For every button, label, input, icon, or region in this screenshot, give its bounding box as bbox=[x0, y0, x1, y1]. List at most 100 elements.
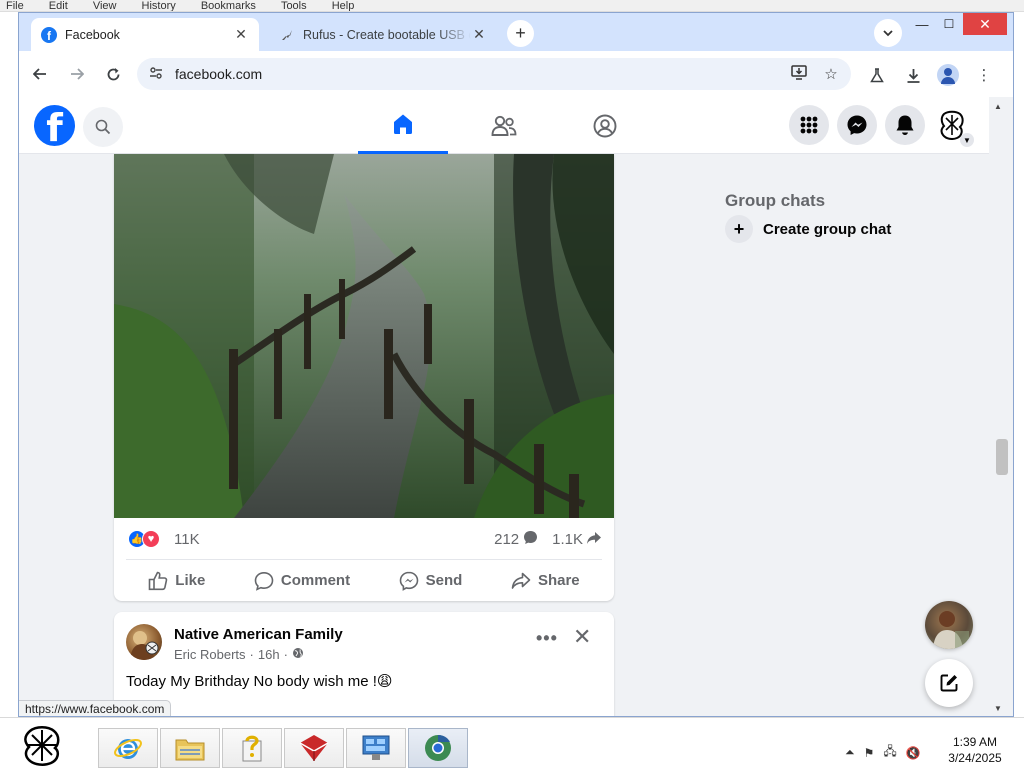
back-arrow-icon[interactable] bbox=[29, 63, 51, 85]
reaction-count: 11K bbox=[174, 530, 200, 548]
post-text: Today My Brithday No body wish me !😩 bbox=[126, 673, 393, 690]
reaction-summary[interactable]: 👍 ♥ 11K bbox=[128, 530, 200, 548]
taskbar-help[interactable] bbox=[222, 728, 282, 768]
account-avatar-button[interactable]: ▼ bbox=[932, 105, 974, 147]
close-window-button[interactable]: ✕ bbox=[963, 13, 1007, 35]
browser-toolbar: facebook.com ☆ ⋮ bbox=[19, 51, 1013, 97]
scroll-up-arrow-icon[interactable]: ▲ bbox=[994, 102, 1002, 111]
browser-window: f Facebook ✕ Rufus - Create bootable USB… bbox=[18, 12, 1014, 717]
site-info-icon[interactable] bbox=[149, 66, 165, 82]
scroll-down-arrow-icon[interactable]: ▼ bbox=[994, 704, 1002, 713]
search-button[interactable] bbox=[83, 107, 123, 147]
profile-avatar-icon[interactable] bbox=[937, 64, 959, 86]
page-scrollbar[interactable]: ▲ ▼ bbox=[989, 97, 1013, 716]
group-chats-heading: Group chats bbox=[725, 191, 826, 210]
tab-facebook[interactable]: f Facebook ✕ bbox=[31, 18, 259, 51]
menu-file[interactable]: File bbox=[6, 0, 24, 12]
menu-tools[interactable]: Tools bbox=[281, 0, 307, 12]
start-button[interactable] bbox=[20, 723, 64, 767]
forward-arrow-icon[interactable] bbox=[66, 63, 88, 85]
help-question-icon bbox=[242, 735, 262, 762]
taskbar-app-red[interactable] bbox=[284, 728, 344, 768]
comment-button[interactable]: Comment bbox=[242, 565, 362, 597]
like-button[interactable]: Like bbox=[136, 565, 217, 597]
tray-expand-icon[interactable]: ⏶ bbox=[845, 745, 855, 760]
more-options-icon[interactable]: ⋮ bbox=[973, 64, 995, 86]
labs-flask-icon[interactable] bbox=[866, 64, 888, 86]
tab-search-chevron-icon[interactable] bbox=[874, 19, 902, 47]
create-group-chat-label: Create group chat bbox=[763, 220, 892, 238]
browser-globe-icon bbox=[425, 734, 451, 761]
internet-explorer-icon bbox=[114, 738, 142, 759]
menu-view[interactable]: View bbox=[93, 0, 117, 12]
meta-separator: · bbox=[283, 647, 288, 662]
taskbar-file-explorer[interactable] bbox=[160, 728, 220, 768]
nav-friends-tab[interactable] bbox=[459, 97, 549, 154]
tab-close-icon[interactable]: ✕ bbox=[233, 26, 249, 43]
post-time[interactable]: 16h bbox=[258, 647, 280, 662]
comment-count[interactable]: 212 bbox=[494, 531, 519, 548]
bookmark-star-icon[interactable]: ☆ bbox=[819, 65, 843, 83]
facebook-logo-icon[interactable]: f bbox=[34, 105, 75, 146]
taskbar-network-app[interactable] bbox=[346, 728, 406, 768]
start-logo-icon bbox=[24, 726, 60, 766]
folder-icon bbox=[175, 739, 205, 761]
share-count[interactable]: 1.1K bbox=[552, 531, 583, 548]
chevron-down-icon: ▼ bbox=[960, 133, 974, 147]
background-window-right bbox=[1014, 12, 1024, 717]
maximize-button[interactable]: ☐ bbox=[939, 13, 959, 35]
notifications-button[interactable] bbox=[885, 105, 925, 145]
chat-head-avatar[interactable] bbox=[925, 601, 973, 649]
menu-help[interactable]: Help bbox=[332, 0, 355, 12]
author-link[interactable]: Eric Roberts bbox=[174, 647, 246, 662]
network-icon[interactable]: 🖧 bbox=[883, 742, 896, 763]
messenger-button[interactable] bbox=[837, 105, 877, 145]
post-image[interactable] bbox=[114, 154, 614, 518]
search-icon bbox=[95, 119, 111, 135]
send-button[interactable]: Send bbox=[387, 565, 475, 597]
page-avatar[interactable] bbox=[126, 624, 162, 660]
menu-grid-button[interactable] bbox=[789, 105, 829, 145]
create-group-chat-button[interactable]: + Create group chat bbox=[725, 215, 891, 243]
tab-rufus[interactable]: Rufus - Create bootable USB drives ✕ bbox=[269, 18, 497, 51]
messenger-icon bbox=[847, 115, 867, 135]
page-name-link[interactable]: Native American Family bbox=[174, 626, 343, 643]
taskbar: ⏶ ⚑ 🖧 🔇 1:39 AM 3/24/2025 bbox=[0, 717, 1024, 768]
tab-title: Rufus - Create bootable USB drives bbox=[303, 27, 471, 42]
tab-strip: f Facebook ✕ Rufus - Create bootable USB… bbox=[19, 13, 1013, 51]
nav-profile-tab[interactable] bbox=[560, 97, 650, 154]
nav-home-tab[interactable] bbox=[358, 97, 448, 154]
system-tray: ⏶ ⚑ 🖧 🔇 bbox=[845, 742, 930, 763]
new-tab-button[interactable]: + bbox=[507, 20, 534, 47]
install-app-icon[interactable] bbox=[787, 64, 811, 84]
more-options-button[interactable]: ••• bbox=[536, 628, 558, 649]
new-message-button[interactable] bbox=[925, 659, 973, 707]
taskbar-clock[interactable]: 1:39 AM 3/24/2025 bbox=[940, 734, 1010, 766]
send-label: Send bbox=[425, 572, 463, 589]
action-center-flag-icon[interactable]: ⚑ bbox=[864, 746, 875, 760]
messenger-send-icon bbox=[399, 571, 418, 591]
background-menubar: File Edit View History Bookmarks Tools H… bbox=[0, 0, 1024, 12]
facebook-page: f ▼ 👍 ♥ 11K 212 1.1K Like Comment Send S… bbox=[19, 97, 1013, 716]
comment-icon bbox=[254, 571, 274, 591]
menu-edit[interactable]: Edit bbox=[49, 0, 68, 12]
friends-icon bbox=[491, 115, 517, 136]
address-bar[interactable]: facebook.com ☆ bbox=[137, 58, 851, 90]
hide-post-close-button[interactable]: ✕ bbox=[573, 624, 591, 650]
compose-icon bbox=[940, 674, 958, 692]
scrollbar-thumb[interactable] bbox=[996, 439, 1008, 475]
like-label: Like bbox=[175, 572, 206, 589]
feed-post-2: Native American Family Eric Roberts · 16… bbox=[114, 612, 614, 716]
downloads-icon[interactable] bbox=[902, 64, 924, 86]
reload-icon[interactable] bbox=[102, 63, 124, 85]
taskbar-chrome[interactable] bbox=[408, 728, 468, 768]
share-button[interactable]: Share bbox=[499, 566, 592, 596]
taskbar-internet-explorer[interactable] bbox=[98, 728, 158, 768]
menu-history[interactable]: History bbox=[142, 0, 176, 12]
minimize-button[interactable]: — bbox=[912, 13, 932, 35]
speaker-muted-icon[interactable]: 🔇 bbox=[906, 746, 921, 760]
menu-bookmarks[interactable]: Bookmarks bbox=[201, 0, 256, 12]
globe-icon bbox=[292, 647, 304, 662]
facebook-top-nav: f ▼ bbox=[19, 97, 989, 154]
tab-close-icon[interactable]: ✕ bbox=[471, 26, 487, 43]
